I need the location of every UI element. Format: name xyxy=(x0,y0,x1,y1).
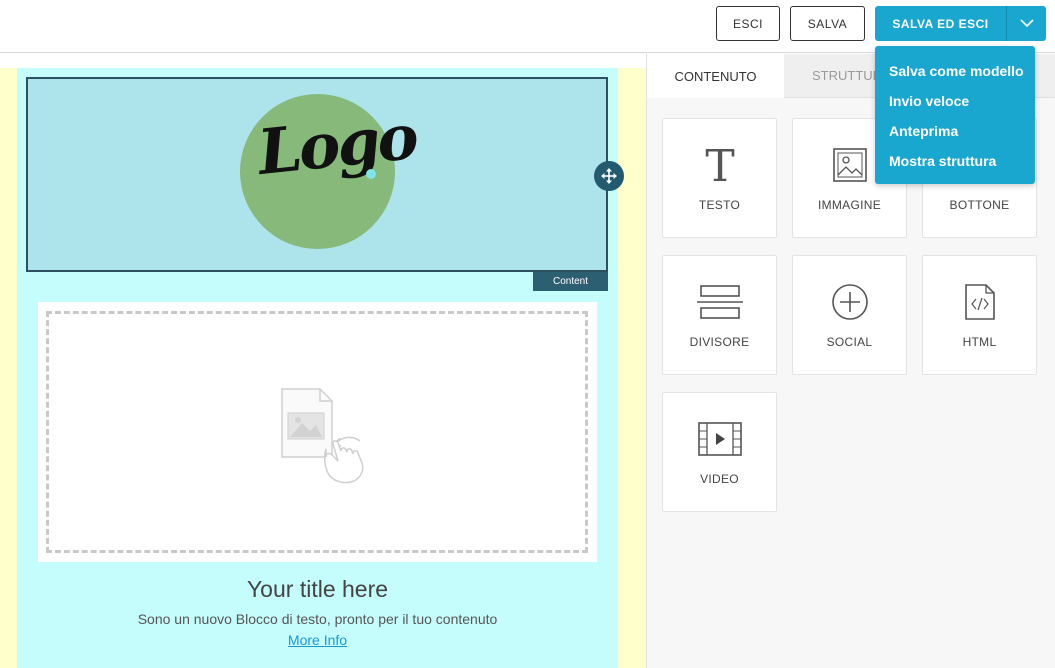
tab-contenuto[interactable]: CONTENUTO xyxy=(647,54,784,98)
svg-text:T: T xyxy=(705,145,734,185)
logo-text: Logo xyxy=(254,99,419,190)
save-button[interactable]: SALVA xyxy=(790,6,865,41)
tile-html[interactable]: HTML xyxy=(922,255,1037,375)
tile-divider[interactable]: DIVISORE xyxy=(662,255,777,375)
email-title[interactable]: Your title here xyxy=(17,576,618,603)
content-tag: Content xyxy=(533,272,608,291)
tile-social[interactable]: SOCIAL xyxy=(792,255,907,375)
tile-text[interactable]: T TESTO xyxy=(662,118,777,238)
save-options-menu: Salva come modello Invio veloce Anteprim… xyxy=(875,46,1035,184)
menu-item-save-template[interactable]: Salva come modello xyxy=(875,56,1035,86)
divider-icon xyxy=(663,280,776,324)
html-icon xyxy=(923,280,1036,324)
logo-dot xyxy=(366,169,376,179)
menu-item-preview[interactable]: Anteprima xyxy=(875,116,1035,146)
tile-label: IMMAGINE xyxy=(817,198,882,212)
social-icon xyxy=(793,280,906,324)
email-text[interactable]: Sono un nuovo Blocco di testo, pronto pe… xyxy=(17,611,618,627)
save-and-exit-button[interactable]: SALVA ED ESCI xyxy=(875,6,1006,41)
chevron-down-icon xyxy=(1019,15,1034,33)
tile-label: HTML xyxy=(962,335,997,349)
menu-item-quick-send[interactable]: Invio veloce xyxy=(875,86,1035,116)
tile-label: DIVISORE xyxy=(689,335,750,349)
menu-item-show-structure[interactable]: Mostra struttura xyxy=(875,146,1035,176)
tile-label: TESTO xyxy=(698,198,741,212)
text-icon: T xyxy=(663,143,776,187)
tile-video[interactable]: VIDEO xyxy=(662,392,777,512)
tile-label: BOTTONE xyxy=(949,198,1010,212)
tile-label: SOCIAL xyxy=(826,335,873,349)
move-icon[interactable] xyxy=(594,161,624,191)
save-options-toggle[interactable] xyxy=(1006,6,1046,41)
more-info-link[interactable]: More Info xyxy=(17,632,618,648)
exit-button[interactable]: ESCI xyxy=(716,6,780,41)
image-placeholder-icon xyxy=(278,385,368,495)
tile-label: VIDEO xyxy=(700,472,739,486)
video-icon xyxy=(663,417,776,461)
